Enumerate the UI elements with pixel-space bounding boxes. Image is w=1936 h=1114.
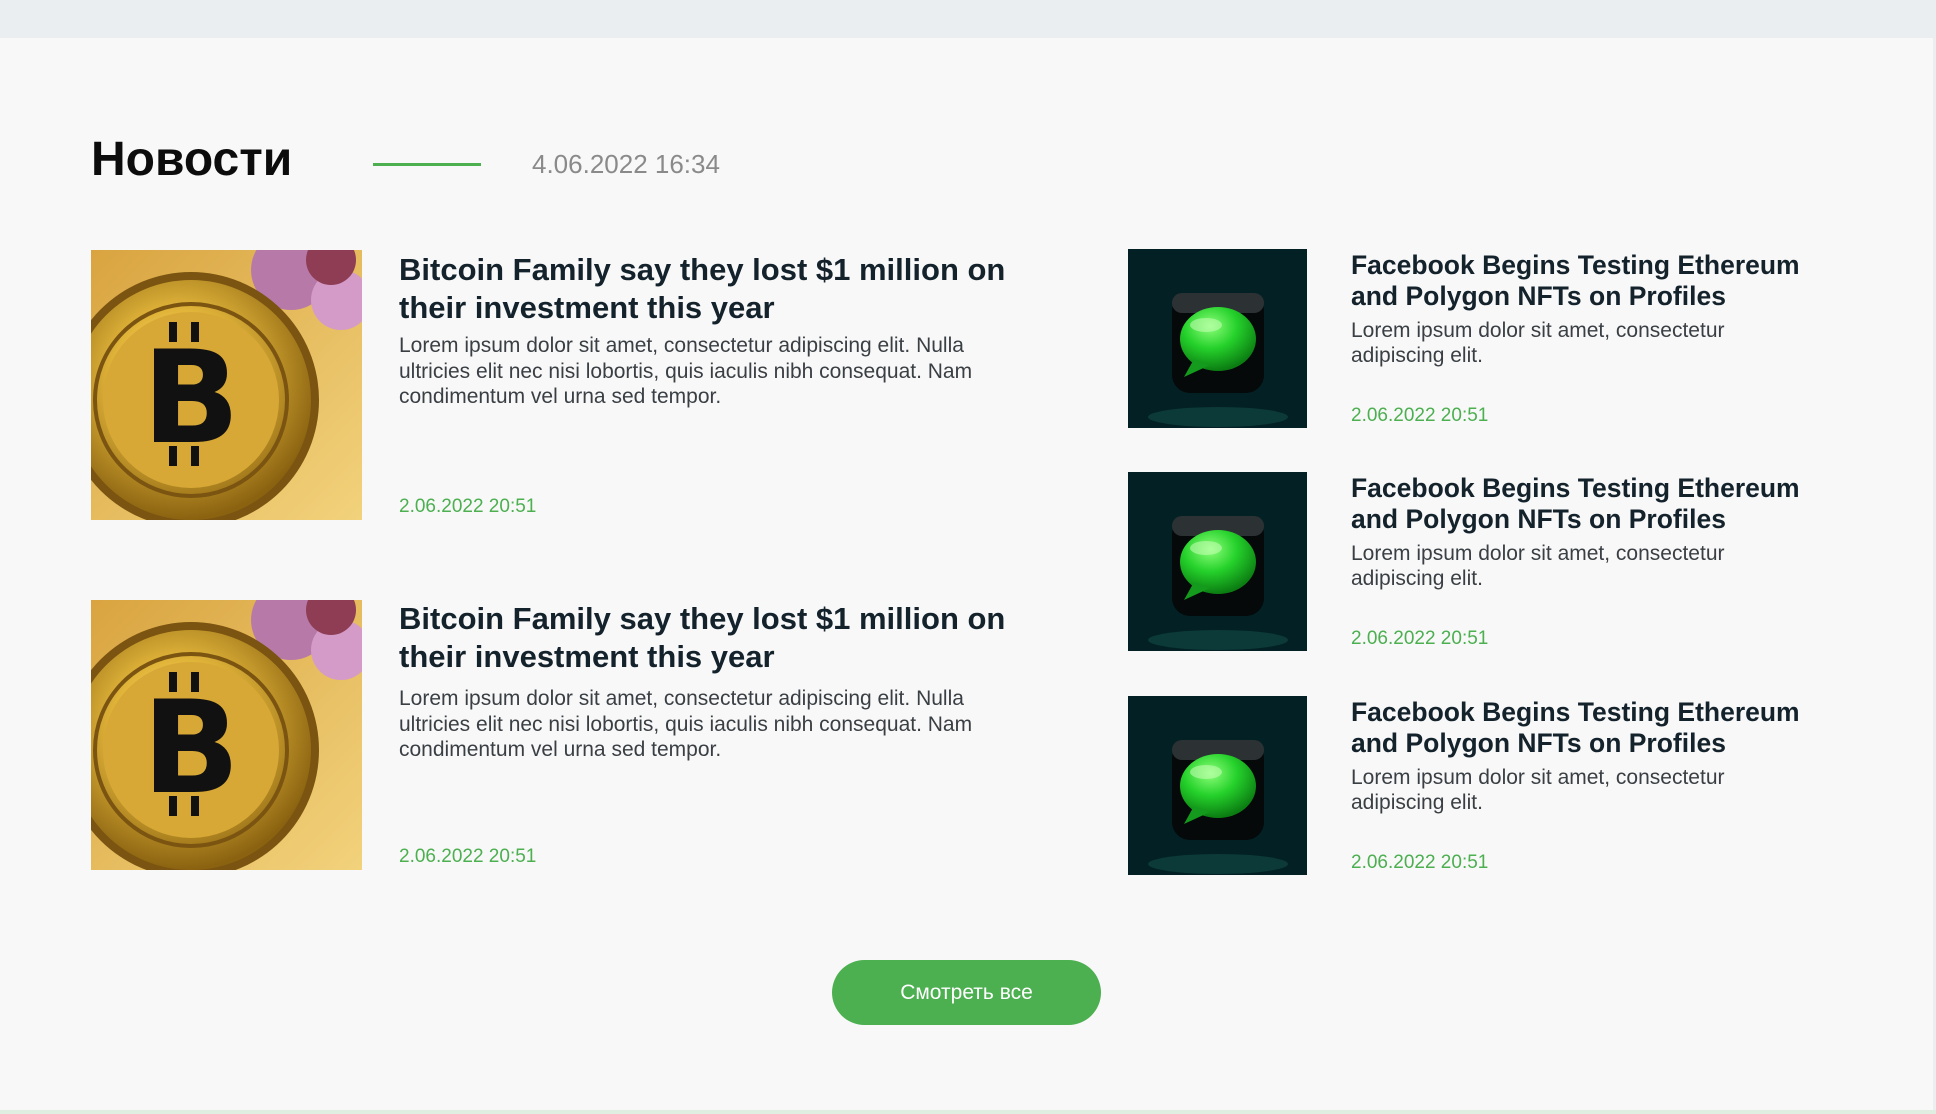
section-title: Новости (91, 133, 293, 186)
bitcoin-coin-icon: B (91, 600, 362, 870)
side-article-3-image[interactable] (1128, 696, 1307, 875)
message-bubble-icon (1128, 472, 1307, 651)
bottom-divider (0, 1110, 1936, 1114)
side-article-2-title[interactable]: Facebook Begins Testing Ethereum and Pol… (1351, 473, 1851, 535)
top-band (0, 0, 1936, 38)
featured-article-2-date: 2.06.2022 20:51 (399, 846, 537, 867)
message-bubble-icon (1128, 249, 1307, 428)
news-page: Новости 4.06.2022 16:34 B Bitcoin Family… (0, 0, 1936, 1114)
side-article-1-excerpt: Lorem ipsum dolor sit amet, consectetur … (1351, 319, 1725, 367)
section-date: 4.06.2022 16:34 (532, 149, 720, 179)
side-article-1-image[interactable] (1128, 249, 1307, 428)
featured-article-2-image[interactable]: B (91, 600, 362, 870)
message-bubble-icon (1128, 696, 1307, 875)
side-article-2-image[interactable] (1128, 472, 1307, 651)
side-article-1-title[interactable]: Facebook Begins Testing Ethereum and Pol… (1351, 250, 1851, 312)
featured-article-1-title[interactable]: Bitcoin Family say they lost $1 million … (399, 251, 1039, 327)
title-divider (373, 163, 481, 166)
side-article-2-excerpt: Lorem ipsum dolor sit amet, consectetur … (1351, 542, 1725, 590)
bitcoin-coin-icon: B (91, 250, 362, 520)
featured-article-1-date: 2.06.2022 20:51 (399, 496, 537, 517)
side-article-2-date: 2.06.2022 20:51 (1351, 628, 1489, 649)
view-all-button[interactable]: Смотреть все (832, 960, 1101, 1025)
featured-article-2-excerpt: Lorem ipsum dolor sit amet, consectetur … (399, 687, 973, 761)
featured-article-1-excerpt: Lorem ipsum dolor sit amet, consectetur … (399, 334, 973, 408)
side-article-1-date: 2.06.2022 20:51 (1351, 405, 1489, 426)
featured-article-1-image[interactable]: B (91, 250, 362, 520)
side-article-3-date: 2.06.2022 20:51 (1351, 852, 1489, 873)
side-article-3-excerpt: Lorem ipsum dolor sit amet, consectetur … (1351, 766, 1725, 814)
featured-article-2-title[interactable]: Bitcoin Family say they lost $1 million … (399, 600, 1039, 676)
side-article-3-title[interactable]: Facebook Begins Testing Ethereum and Pol… (1351, 697, 1851, 759)
